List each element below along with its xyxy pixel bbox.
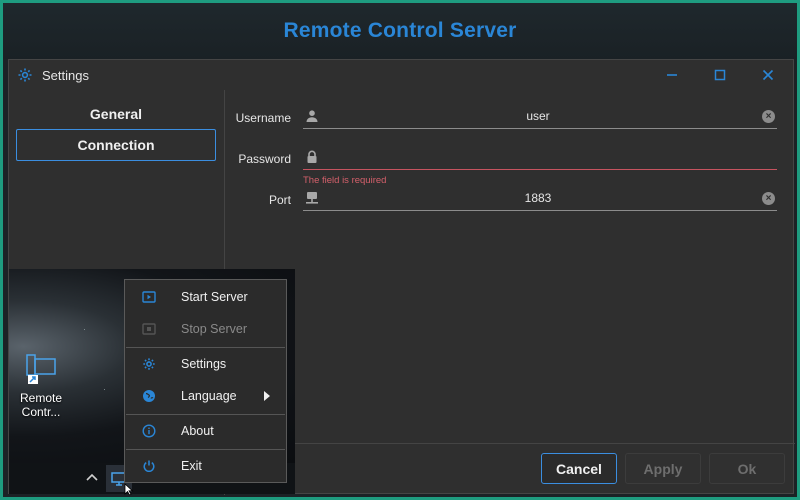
sidebar-item-connection[interactable]: Connection xyxy=(16,129,216,161)
info-icon xyxy=(142,424,156,438)
cancel-button[interactable]: Cancel xyxy=(541,453,617,484)
maximize-icon xyxy=(714,69,726,81)
gear-icon xyxy=(142,357,156,371)
port-label: Port xyxy=(268,193,291,207)
power-icon xyxy=(142,459,156,473)
clear-icon[interactable]: × xyxy=(762,110,775,123)
play-icon xyxy=(142,290,156,304)
menu-separator xyxy=(126,449,285,450)
app-shortcut-icon xyxy=(25,353,57,385)
apply-button[interactable]: Apply xyxy=(625,453,701,484)
menu-item-about[interactable]: About xyxy=(126,417,285,445)
port-field[interactable]: 1883 × xyxy=(303,187,777,211)
menu-item-exit[interactable]: Exit xyxy=(126,452,285,480)
menu-item-stop-server[interactable]: Stop Server xyxy=(126,315,285,343)
username-label: Username xyxy=(235,111,291,125)
app-banner: Remote Control Server xyxy=(3,3,797,59)
title-bar[interactable]: Settings xyxy=(9,60,793,90)
menu-item-start-server[interactable]: Start Server xyxy=(126,283,285,311)
footer-divider xyxy=(225,443,795,444)
password-label: Password xyxy=(238,152,291,166)
desktop-shortcut[interactable]: Remote Contr... xyxy=(13,353,69,419)
lock-icon xyxy=(305,150,319,164)
menu-item-settings[interactable]: Settings xyxy=(126,350,285,378)
password-field[interactable] xyxy=(303,146,777,170)
clear-icon[interactable]: × xyxy=(762,192,775,205)
menu-label: About xyxy=(181,424,214,438)
network-icon xyxy=(305,191,319,205)
menu-separator xyxy=(126,347,285,348)
user-icon xyxy=(305,109,319,123)
mouse-cursor-icon xyxy=(124,483,134,496)
submenu-arrow-icon xyxy=(264,391,270,401)
menu-item-language[interactable]: Language xyxy=(126,382,285,410)
menu-label: Start Server xyxy=(181,290,248,304)
menu-label: Stop Server xyxy=(181,322,248,336)
close-icon xyxy=(762,69,774,81)
maximize-button[interactable] xyxy=(697,60,743,90)
ok-button[interactable]: Ok xyxy=(709,453,785,484)
port-value: 1883 xyxy=(524,191,552,205)
close-button[interactable] xyxy=(745,60,791,90)
banner-title: Remote Control Server xyxy=(283,19,517,42)
desktop-shortcut-label: Remote Contr... xyxy=(13,391,69,419)
username-field[interactable]: user × xyxy=(303,105,777,129)
stop-icon xyxy=(142,322,156,336)
chevron-up-icon[interactable] xyxy=(84,469,100,485)
shortcut-label-line1: Remote xyxy=(19,391,63,405)
tray-context-menu: Start Server Stop Server Settings Langua… xyxy=(124,279,287,483)
sidebar-item-general[interactable]: General xyxy=(16,98,216,130)
menu-separator xyxy=(126,414,285,415)
shortcut-label-line2: Contr... xyxy=(21,405,61,419)
menu-label: Settings xyxy=(181,357,227,371)
menu-label: Language xyxy=(181,389,237,403)
globe-icon xyxy=(142,389,156,403)
username-value: user xyxy=(526,109,550,123)
minimize-button[interactable] xyxy=(649,60,695,90)
menu-label: Exit xyxy=(181,459,202,473)
window-title: Settings xyxy=(42,68,89,83)
gear-icon xyxy=(17,67,33,83)
password-error: The field is required xyxy=(303,175,387,186)
minimize-icon xyxy=(667,74,677,76)
